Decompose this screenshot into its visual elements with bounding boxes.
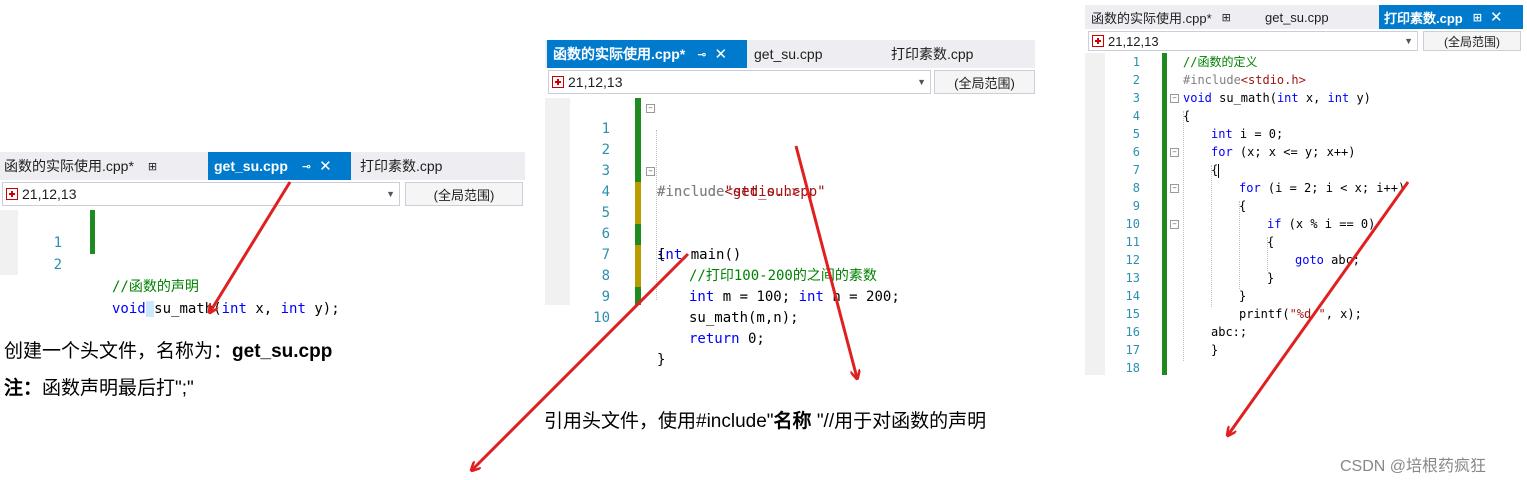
arrow-get-su xyxy=(210,181,292,312)
arrow-main xyxy=(472,252,690,470)
arrow-include xyxy=(794,145,857,378)
arrow-definition xyxy=(1228,181,1410,435)
annotation-arrows xyxy=(0,145,1410,480)
